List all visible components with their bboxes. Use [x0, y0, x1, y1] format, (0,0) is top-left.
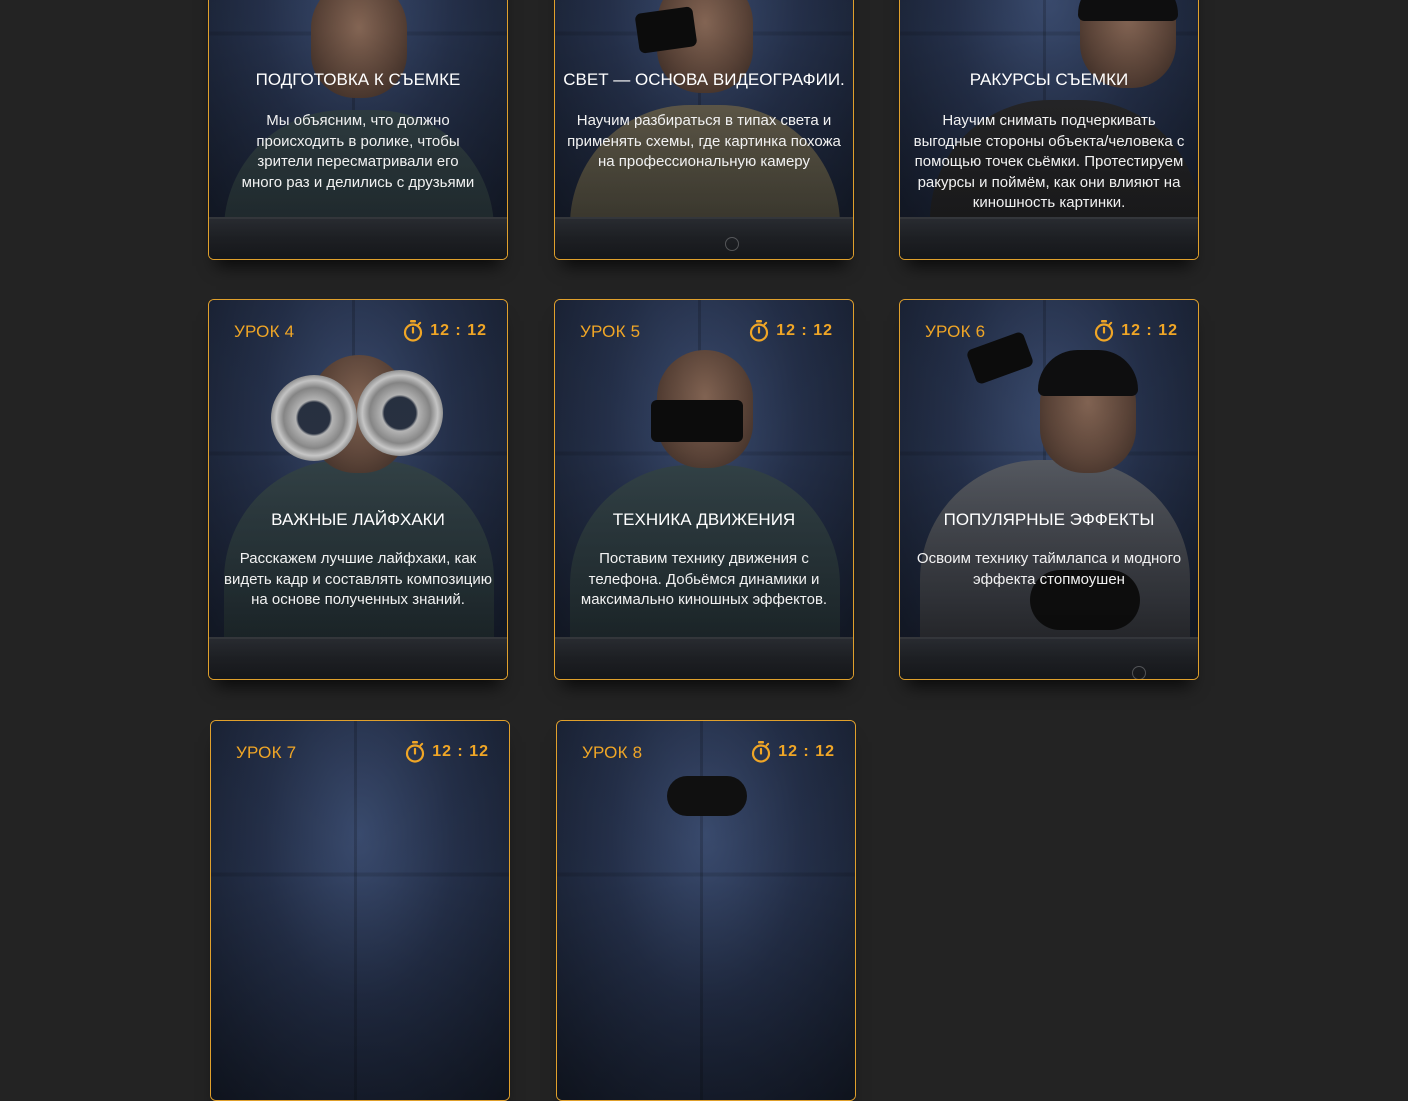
zoom-icon — [725, 237, 739, 251]
card-photo — [900, 300, 1198, 679]
lesson-duration: 12 : 12 — [403, 320, 487, 342]
card-title: РАКУРСЫ СЪЕМКИ — [969, 70, 1129, 89]
card-photo — [211, 721, 509, 1100]
card-description: Научим разбираться в типах света и приме… — [567, 112, 841, 170]
card-title: ПОДГОТОВКА К СЪЕМКЕ — [255, 70, 461, 89]
lesson-number: УРОК 4 — [234, 322, 295, 341]
lesson-card-2[interactable]: СВЕТ — ОСНОВА ВИДЕОГРАФИИ. Научим разбир… — [554, 0, 854, 260]
stopwatch-icon — [752, 741, 771, 763]
lesson-card-4[interactable]: УРОК 4 12 : 12 ВАЖНЫЕ ЛАЙФХАКИ Расскажем… — [208, 299, 508, 680]
stopwatch-icon — [1095, 320, 1114, 342]
card-description: Мы объясним, что должно происходить в ро… — [241, 112, 475, 191]
card-title: ВАЖНЫЕ ЛАЙФХАКИ — [271, 510, 445, 529]
card-photo — [557, 721, 855, 1100]
lesson-number: УРОК 6 — [925, 322, 986, 341]
card-photo — [209, 300, 507, 679]
lesson-card-8[interactable]: УРОК 8 12 : 12 — [556, 720, 856, 1101]
stopwatch-icon — [404, 320, 423, 342]
stopwatch-icon — [750, 320, 769, 342]
lesson-number: УРОК 8 — [582, 743, 643, 762]
zoom-icon — [1132, 666, 1146, 679]
stopwatch-icon — [406, 741, 425, 763]
lesson-duration: 12 : 12 — [405, 741, 489, 763]
card-title: СВЕТ — ОСНОВА ВИДЕОГРАФИИ. — [563, 70, 845, 89]
duration-text: 12 : 12 — [432, 743, 489, 760]
lesson-card-7[interactable]: УРОК 7 12 : 12 — [210, 720, 510, 1101]
lesson-duration: 12 : 12 — [749, 320, 833, 342]
card-title: ТЕХНИКА ДВИЖЕНИЯ — [612, 510, 796, 529]
duration-text: 12 : 12 — [1121, 322, 1178, 339]
lesson-card-3[interactable]: РАКУРСЫ СЪЕМКИ Научим снимать подчеркива… — [899, 0, 1199, 260]
duration-text: 12 : 12 — [776, 322, 833, 339]
lesson-number: УРОК 7 — [236, 743, 297, 762]
card-description: Поставим технику движения с телефона. До… — [580, 550, 828, 608]
card-description: Научим снимать подчеркивать выгодные сто… — [913, 112, 1185, 211]
lesson-card-6[interactable]: УРОК 6 12 : 12 ПОПУЛЯРНЫЕ ЭФФЕКТЫ Освоим… — [899, 299, 1199, 680]
lesson-duration: 12 : 12 — [751, 741, 835, 763]
card-description: Расскажем лучшие лайфхаки, как видеть ка… — [224, 550, 492, 608]
lesson-card-5[interactable]: УРОК 5 12 : 12 ТЕХНИКА ДВИЖЕНИЯ Поставим… — [554, 299, 854, 680]
lesson-card-1[interactable]: ПОДГОТОВКА К СЪЕМКЕ Мы объясним, что дол… — [208, 0, 508, 260]
duration-text: 12 : 12 — [778, 743, 835, 760]
card-description: Освоим технику таймлапса и модного эффек… — [916, 550, 1182, 588]
card-title: ПОПУЛЯРНЫЕ ЭФФЕКТЫ — [943, 510, 1155, 529]
card-photo — [555, 300, 853, 679]
lesson-duration: 12 : 12 — [1094, 320, 1178, 342]
duration-text: 12 : 12 — [430, 322, 487, 339]
lesson-number: УРОК 5 — [580, 322, 641, 341]
